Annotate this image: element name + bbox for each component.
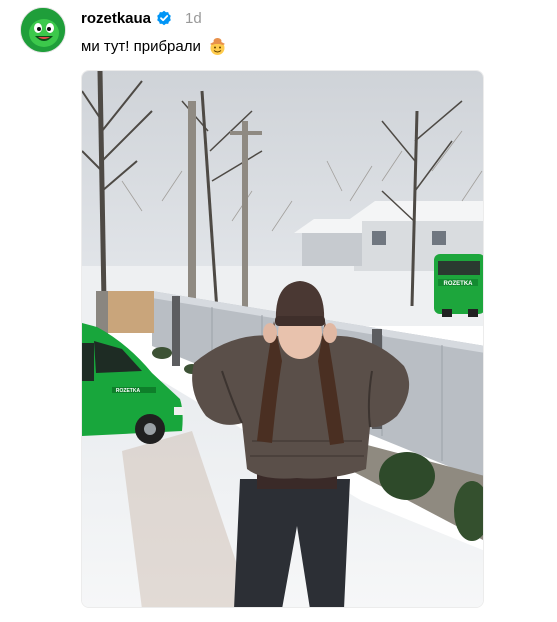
parked-van: ROZETKA (434, 254, 483, 317)
van-side-logo: ROZETKA (116, 388, 141, 394)
thread-post: rozetkaua 1d ми тут! прибрали ROZETKA RO… (0, 0, 557, 622)
post-timestamp[interactable]: 1d (185, 10, 202, 27)
rozetka-mascot-icon (21, 8, 65, 52)
avatar[interactable] (20, 7, 66, 53)
username[interactable]: rozetkaua (81, 10, 151, 27)
cowboy-face-emoji (208, 37, 227, 56)
utility-pole (188, 101, 196, 306)
post-caption: ми тут! прибрали (81, 37, 227, 56)
post-photo[interactable]: ROZETKA ROZETKA (81, 70, 484, 608)
caption-text: ми тут! прибрали (81, 38, 201, 55)
photo-scene: ROZETKA ROZETKA (82, 71, 483, 607)
van-logo: ROZETKA (444, 281, 474, 287)
shrub (379, 452, 435, 500)
post-header: rozetkaua 1d (81, 7, 202, 29)
verified-badge-icon (156, 10, 172, 26)
wooden-gate (108, 291, 154, 333)
